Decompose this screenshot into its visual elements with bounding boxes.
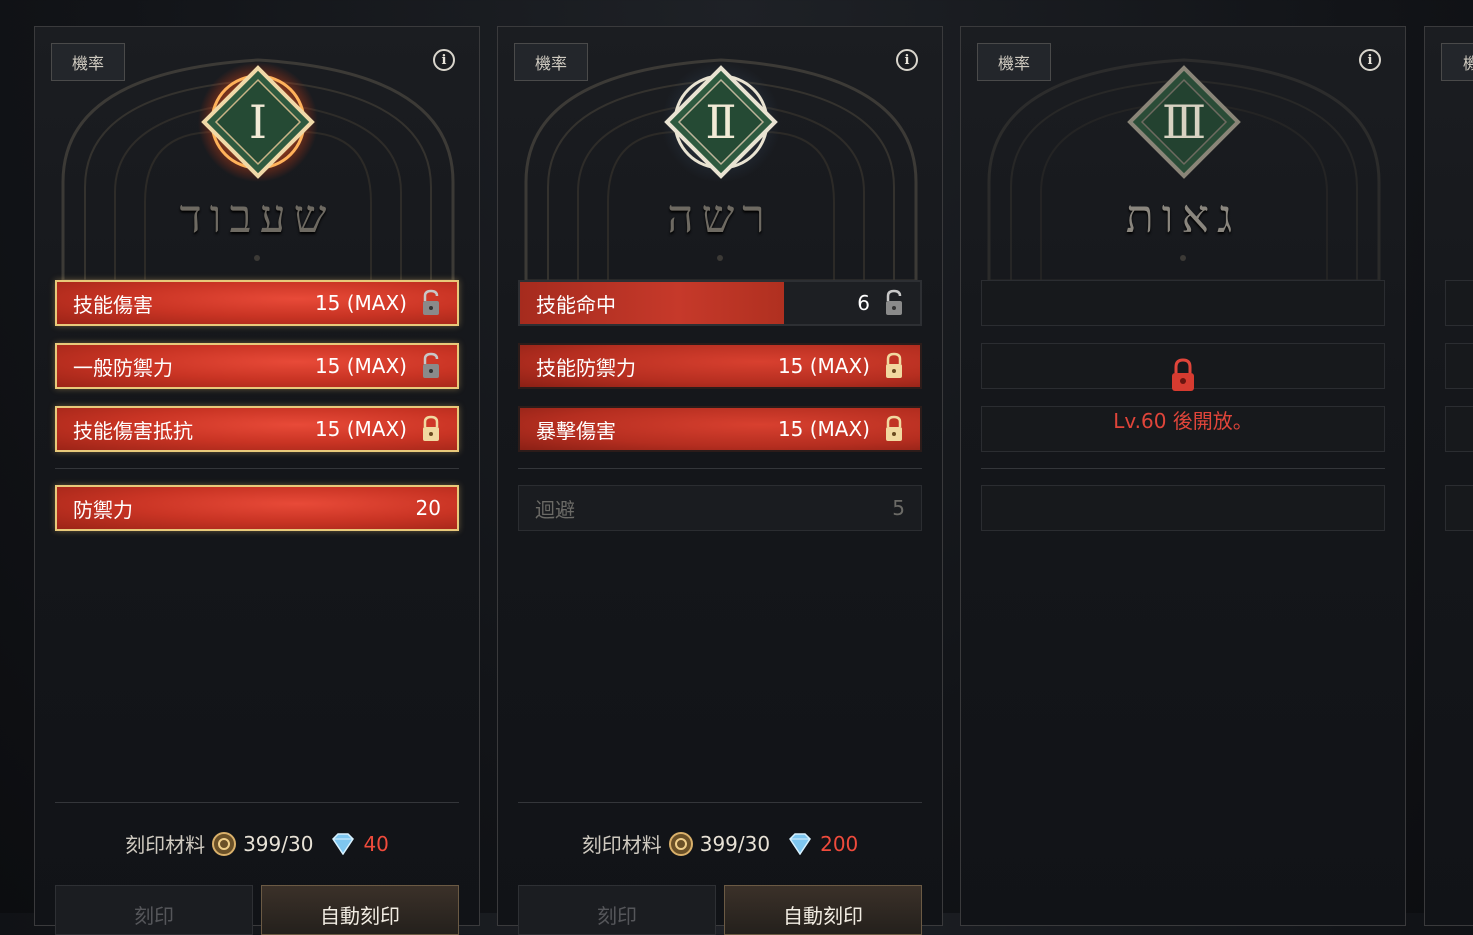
unlock-icon[interactable] xyxy=(419,351,443,381)
stat-value: 6 xyxy=(857,291,870,315)
gem-cost: 200 xyxy=(820,831,859,856)
stat-row-defense[interactable]: 防禦力 20 xyxy=(55,485,459,531)
engraving-panel-2: 機率 i Ⅱ רשה 技能命中 6 技能防禦力 15 (MAX) 暴擊傷害 15… xyxy=(497,26,943,935)
rune-title: רשה xyxy=(667,189,773,243)
stat-label: 迴避 xyxy=(535,497,575,522)
divider xyxy=(518,802,922,803)
unlock-icon[interactable] xyxy=(419,288,443,318)
engrave-button[interactable]: 刻印 xyxy=(518,885,716,935)
probability-tab[interactable]: 機 xyxy=(1441,43,1473,81)
stat-row-evasion[interactable]: 迴避 5 xyxy=(518,485,922,531)
stat-row[interactable]: 暴擊傷害 15 (MAX) xyxy=(518,406,922,452)
emblem-numeral: Ⅱ xyxy=(705,95,737,149)
stat-value: 15 (MAX) xyxy=(777,417,870,441)
stat-label: 一般防禦力 xyxy=(73,355,173,380)
lock-icon[interactable] xyxy=(419,414,443,444)
stat-slot-empty xyxy=(1445,406,1473,452)
stat-label: 暴擊傷害 xyxy=(536,418,616,443)
divider-ornament xyxy=(254,255,260,261)
material-count: 399/30 xyxy=(243,831,314,856)
engraving-panel-1: 機率 i Ⅰ שעבוד 技能傷害 15 (MAX) 一般防禦力 15 (MAX… xyxy=(34,26,480,935)
engraving-panel-4: 機 xyxy=(1424,26,1473,926)
lock-icon[interactable] xyxy=(882,414,906,444)
auto-engrave-button[interactable]: 自動刻印 xyxy=(724,885,922,935)
stat-slot-empty xyxy=(981,280,1385,326)
rune-title: שעבוד xyxy=(179,189,335,243)
stat-label: 技能傷害 xyxy=(73,292,153,317)
stat-slot-empty xyxy=(1445,280,1473,326)
stat-slot-empty xyxy=(1445,343,1473,389)
stat-row[interactable]: 技能防禦力 15 (MAX) xyxy=(518,343,922,389)
stat-label: 技能命中 xyxy=(536,292,616,317)
stat-value: 15 (MAX) xyxy=(314,417,407,441)
divider-ornament xyxy=(717,255,723,261)
stat-value: 15 (MAX) xyxy=(777,354,870,378)
stat-value: 20 xyxy=(415,496,441,520)
material-count: 399/30 xyxy=(699,831,771,856)
red-lock-icon xyxy=(1172,358,1194,391)
gem-icon xyxy=(786,832,814,855)
rune-title: גאות xyxy=(1125,189,1241,243)
engraving-panel-3: 機率 i Ⅲ גאות Lv.60 後開放。 xyxy=(960,26,1406,926)
cost-label: 刻印材料 xyxy=(581,833,662,857)
divider xyxy=(981,468,1385,469)
cost-row: 刻印材料 399/30 40 xyxy=(35,829,479,858)
lock-icon[interactable] xyxy=(882,351,906,381)
stat-value: 5 xyxy=(892,496,905,520)
gem-icon xyxy=(329,832,357,855)
divider-ornament xyxy=(1180,255,1186,261)
divider xyxy=(55,802,459,803)
stat-slot-empty xyxy=(1445,485,1473,531)
stat-label: 技能防禦力 xyxy=(536,355,636,380)
gem-cost: 40 xyxy=(363,831,389,856)
cost-row: 刻印材料 399/30 200 xyxy=(498,829,942,858)
divider xyxy=(55,468,459,469)
engrave-material-icon xyxy=(211,831,237,857)
stat-slot-empty xyxy=(981,485,1385,531)
auto-engrave-button[interactable]: 自動刻印 xyxy=(261,885,459,935)
unlock-icon[interactable] xyxy=(882,288,906,318)
stat-label: 技能傷害抵抗 xyxy=(73,418,193,443)
engrave-button[interactable]: 刻印 xyxy=(55,885,253,935)
stat-row[interactable]: 一般防禦力 15 (MAX) xyxy=(55,343,459,389)
stat-value: 15 (MAX) xyxy=(314,354,407,378)
stat-row[interactable]: 技能傷害 15 (MAX) xyxy=(55,280,459,326)
cost-label: 刻印材料 xyxy=(125,833,206,857)
emblem-numeral: Ⅰ xyxy=(248,95,268,149)
emblem-numeral: Ⅲ xyxy=(1161,95,1207,149)
divider xyxy=(518,468,922,469)
stat-label: 防禦力 xyxy=(73,497,133,522)
locked-overlay: Lv.60 後開放。 xyxy=(961,357,1405,434)
unlock-requirement-text: Lv.60 後開放。 xyxy=(1113,409,1253,433)
stat-row[interactable]: 技能傷害抵抗 15 (MAX) xyxy=(55,406,459,452)
engrave-material-icon xyxy=(668,831,694,857)
stat-value: 15 (MAX) xyxy=(314,291,407,315)
stat-row[interactable]: 技能命中 6 xyxy=(518,280,922,326)
